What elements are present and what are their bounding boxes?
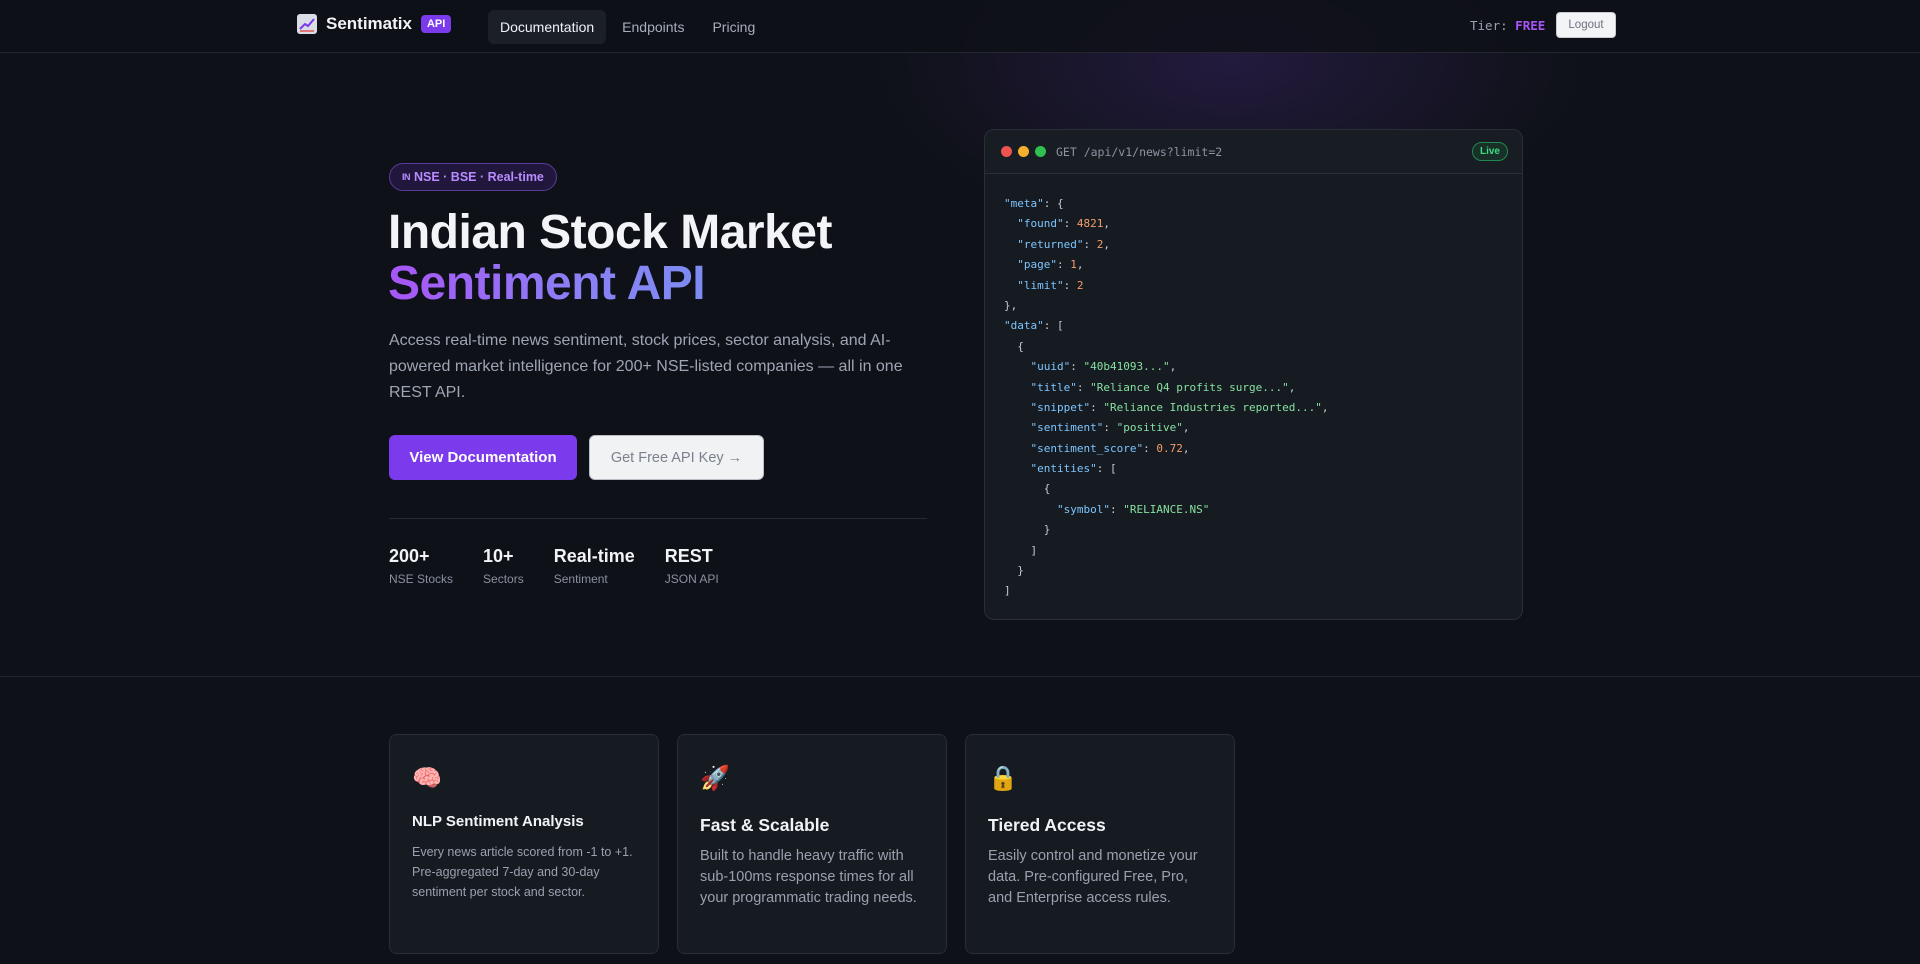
endpoint-label: GET /api/v1/news?limit=2 — [1056, 144, 1223, 159]
stat-value: 200+ — [389, 546, 430, 566]
code-line: { — [1004, 339, 1024, 353]
tier-value: FREE — [1515, 18, 1546, 33]
feature-text: Built to handle heavy traffic with sub-1… — [700, 848, 917, 906]
lock-icon: 🔒 — [988, 765, 1018, 792]
code-line: } — [1004, 564, 1024, 578]
section-divider — [0, 676, 1920, 677]
stat-item: 10+ Sectors — [483, 545, 524, 586]
tier-label: Tier: — [1470, 18, 1508, 33]
feature-card-tiered: 🔒 Tiered Access Easily control and monet… — [965, 734, 1235, 954]
code-line: "data": [ — [1004, 319, 1064, 333]
hero-lead: Access real-time news sentiment, stock p… — [389, 332, 903, 401]
feature-card-fast: 🚀 Fast & Scalable Built to handle heavy … — [677, 734, 947, 954]
hero-stats: 200+ NSE Stocks 10+ Sectors Real-time Se… — [389, 545, 719, 586]
hero-title-line2: Sentiment API — [388, 257, 706, 310]
feature-card-nlp: 🧠 NLP Sentiment Analysis Every news arti… — [389, 734, 659, 954]
code-line: "returned": 2, — [1017, 237, 1110, 251]
code-line: "limit": 2 — [1017, 278, 1084, 292]
stat-value: REST — [664, 546, 713, 566]
code-line: "snippet": "Reliance Industries reported… — [1030, 400, 1329, 414]
top-nav: Sentimatix API Documentation Endpoints P… — [0, 0, 1920, 53]
market-pill: IN NSE · BSE · Real-time — [389, 163, 557, 191]
india-flag-icon: IN — [402, 172, 411, 182]
code-line: "found": 4821, — [1017, 217, 1110, 231]
brand-name: Sentimatix — [326, 14, 412, 33]
market-pill-text: NSE · BSE · Real-time — [414, 170, 544, 184]
nav-link-endpoints[interactable]: Endpoints — [610, 10, 696, 44]
get-api-key-button[interactable]: Get Free API Key → — [589, 435, 764, 480]
code-line: ] — [1004, 543, 1038, 557]
api-badge: API — [420, 15, 452, 33]
live-badge: Live — [1471, 142, 1508, 161]
logout-button[interactable]: Logout — [1556, 12, 1616, 38]
code-line: "sentiment": "positive", — [1030, 421, 1190, 435]
code-line: "entities": [ — [1030, 462, 1117, 476]
stat-item: Real-time Sentiment — [554, 545, 635, 586]
maximize-dot-icon — [1035, 146, 1046, 157]
code-line: "uuid": "40b41093...", — [1030, 360, 1177, 374]
code-line: "sentiment_score": 0.72, — [1030, 441, 1190, 455]
nav-link-pricing[interactable]: Pricing — [700, 10, 767, 44]
view-documentation-button[interactable]: View Documentation — [389, 435, 577, 480]
feature-title: Tiered Access — [988, 815, 1106, 835]
code-line: ] — [1004, 584, 1011, 598]
code-line: "page": 1, — [1017, 258, 1084, 272]
tier-indicator: Tier: FREE — [1470, 18, 1545, 33]
hero-glow — [0, 0, 1920, 676]
nav-link-documentation[interactable]: Documentation — [488, 10, 607, 44]
hero-title-line1: Indian Stock Market — [388, 206, 832, 259]
code-window-header: GET /api/v1/news?limit=2 Live — [985, 130, 1522, 174]
code-line: "symbol": "RELIANCE.NS" — [1056, 502, 1210, 516]
feature-title: NLP Sentiment Analysis — [412, 813, 584, 830]
code-line: "title": "Reliance Q4 profits surge...", — [1030, 380, 1296, 394]
brain-icon: 🧠 — [412, 765, 442, 792]
code-line: } — [1004, 523, 1051, 537]
rocket-icon: 🚀 — [700, 765, 730, 792]
code-line: }, — [1004, 298, 1018, 312]
stat-value: 10+ — [483, 546, 514, 566]
brand[interactable]: Sentimatix API — [297, 14, 452, 34]
code-body: "meta": { "found": 4821, "returned": 2, … — [985, 174, 1522, 602]
feature-title: Fast & Scalable — [700, 815, 830, 835]
stat-item: REST JSON API — [665, 545, 719, 586]
stat-label: JSON API — [664, 572, 719, 586]
code-line: { — [1004, 482, 1051, 496]
chart-icon — [297, 14, 317, 34]
stat-item: 200+ NSE Stocks — [389, 545, 453, 586]
feature-text: Every news article scored from -1 to +1.… — [412, 845, 633, 899]
code-window: GET /api/v1/news?limit=2 Live "meta": { … — [984, 129, 1523, 620]
hero-divider — [389, 518, 927, 519]
stat-label: NSE Stocks — [389, 572, 454, 586]
code-line: "meta": { — [1004, 197, 1064, 210]
stat-value: Real-time — [553, 546, 635, 566]
stat-label: Sectors — [483, 572, 524, 586]
nav-links: Documentation Endpoints Pricing — [488, 10, 767, 44]
feature-text: Easily control and monetize your data. P… — [988, 848, 1198, 906]
close-dot-icon — [1001, 146, 1012, 157]
minimize-dot-icon — [1018, 146, 1029, 157]
stat-label: Sentiment — [553, 572, 608, 586]
